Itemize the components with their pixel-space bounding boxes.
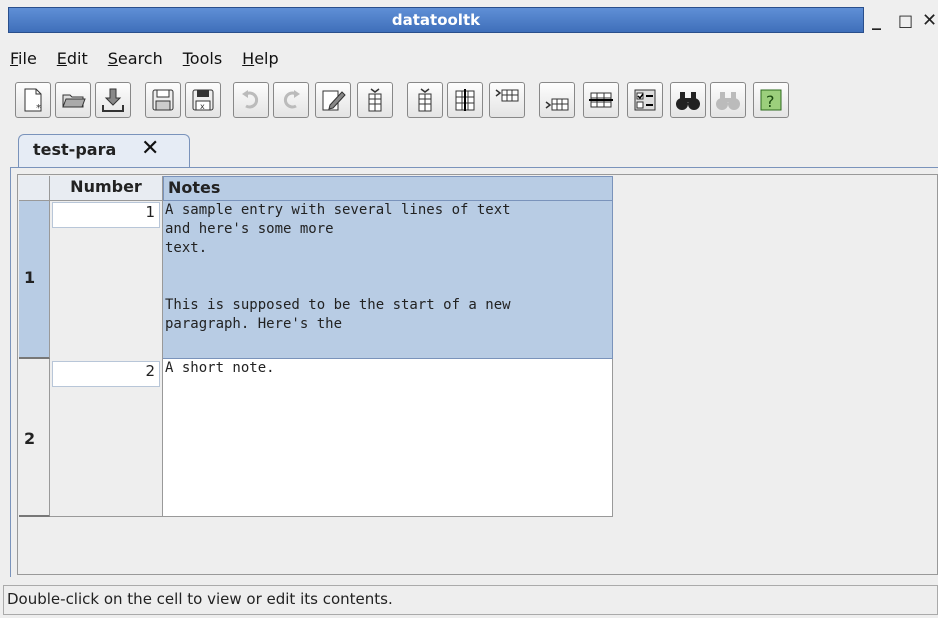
title-bar: datatooltk _ □ ✕: [0, 0, 938, 40]
corner-header: [19, 176, 50, 201]
save-as-icon: x: [192, 89, 214, 111]
number-value[interactable]: 1: [52, 202, 160, 228]
save-icon: [152, 89, 174, 111]
close-button[interactable]: ✕: [922, 10, 937, 31]
open-button[interactable]: [55, 82, 91, 118]
insert-row-after-button[interactable]: [539, 82, 575, 118]
menu-help[interactable]: Help: [232, 46, 288, 74]
new-button[interactable]: *: [15, 82, 51, 118]
insert-row-after-icon: [545, 98, 569, 111]
delete-row-button[interactable]: [583, 82, 619, 118]
tab-close-icon[interactable]: ✕: [141, 136, 159, 161]
title-bar-highlight[interactable]: datatooltk: [8, 7, 864, 33]
row-header[interactable]: 1: [19, 201, 50, 359]
find-next-icon: [716, 92, 740, 110]
notes-cell[interactable]: A sample entry with several lines of tex…: [163, 201, 613, 359]
edit-cell-icon: [322, 90, 346, 111]
insert-column-after-button[interactable]: [407, 82, 443, 118]
notes-text: A sample entry with several lines of tex…: [165, 202, 511, 332]
row-label: 2: [24, 429, 36, 448]
find-next-button[interactable]: [710, 82, 746, 118]
column-button[interactable]: [447, 82, 483, 118]
minimize-button[interactable]: _: [872, 10, 881, 31]
undo-button[interactable]: [233, 82, 269, 118]
svg-text:x: x: [200, 102, 205, 111]
import-button[interactable]: [95, 82, 131, 118]
menu-bar: File Edit Search Tools Help: [0, 46, 289, 74]
insert-column-before-icon: [368, 88, 382, 112]
redo-icon: [283, 90, 300, 109]
number-value[interactable]: 2: [52, 361, 160, 387]
tab-label: test-para: [33, 140, 117, 159]
save-button[interactable]: [145, 82, 181, 118]
status-bar: Double-click on the cell to view or edit…: [3, 585, 938, 615]
undo-icon: [242, 90, 259, 109]
menu-edit[interactable]: Edit: [47, 46, 98, 74]
import-icon: [102, 88, 124, 112]
row-header[interactable]: 2: [19, 359, 50, 517]
notes-text: A short note.: [165, 360, 275, 376]
menu-search[interactable]: Search: [98, 46, 173, 74]
help-icon: ?: [760, 89, 782, 111]
column-header-number[interactable]: Number: [50, 176, 163, 201]
edit-cell-button[interactable]: [315, 82, 351, 118]
column-header-notes[interactable]: Notes: [163, 176, 613, 201]
row-label: 1: [24, 268, 36, 287]
delete-row-icon: [589, 92, 613, 108]
find-icon: [676, 92, 700, 110]
find-button[interactable]: [670, 82, 706, 118]
redo-button[interactable]: [273, 82, 309, 118]
new-document-icon: *: [24, 88, 42, 113]
insert-column-after-icon: [418, 88, 432, 112]
insert-column-before-button[interactable]: [357, 82, 393, 118]
insert-row-before-button[interactable]: [489, 82, 525, 118]
notes-cell[interactable]: A short note.: [163, 359, 613, 517]
insert-row-before-icon: [495, 89, 519, 102]
properties-button[interactable]: [627, 82, 663, 118]
help-button[interactable]: ?: [753, 82, 789, 118]
properties-icon: [634, 89, 656, 111]
svg-text:?: ?: [766, 92, 775, 111]
column-icon: [455, 89, 475, 111]
menu-tools[interactable]: Tools: [173, 46, 232, 74]
tab-test-para[interactable]: test-para ✕: [18, 134, 190, 168]
maximize-button[interactable]: □: [898, 11, 913, 30]
save-as-button[interactable]: x: [185, 82, 221, 118]
window-title: datatooltk: [391, 11, 481, 29]
svg-text:*: *: [36, 103, 41, 113]
open-folder-icon: [62, 94, 86, 108]
menu-file[interactable]: File: [0, 46, 47, 74]
